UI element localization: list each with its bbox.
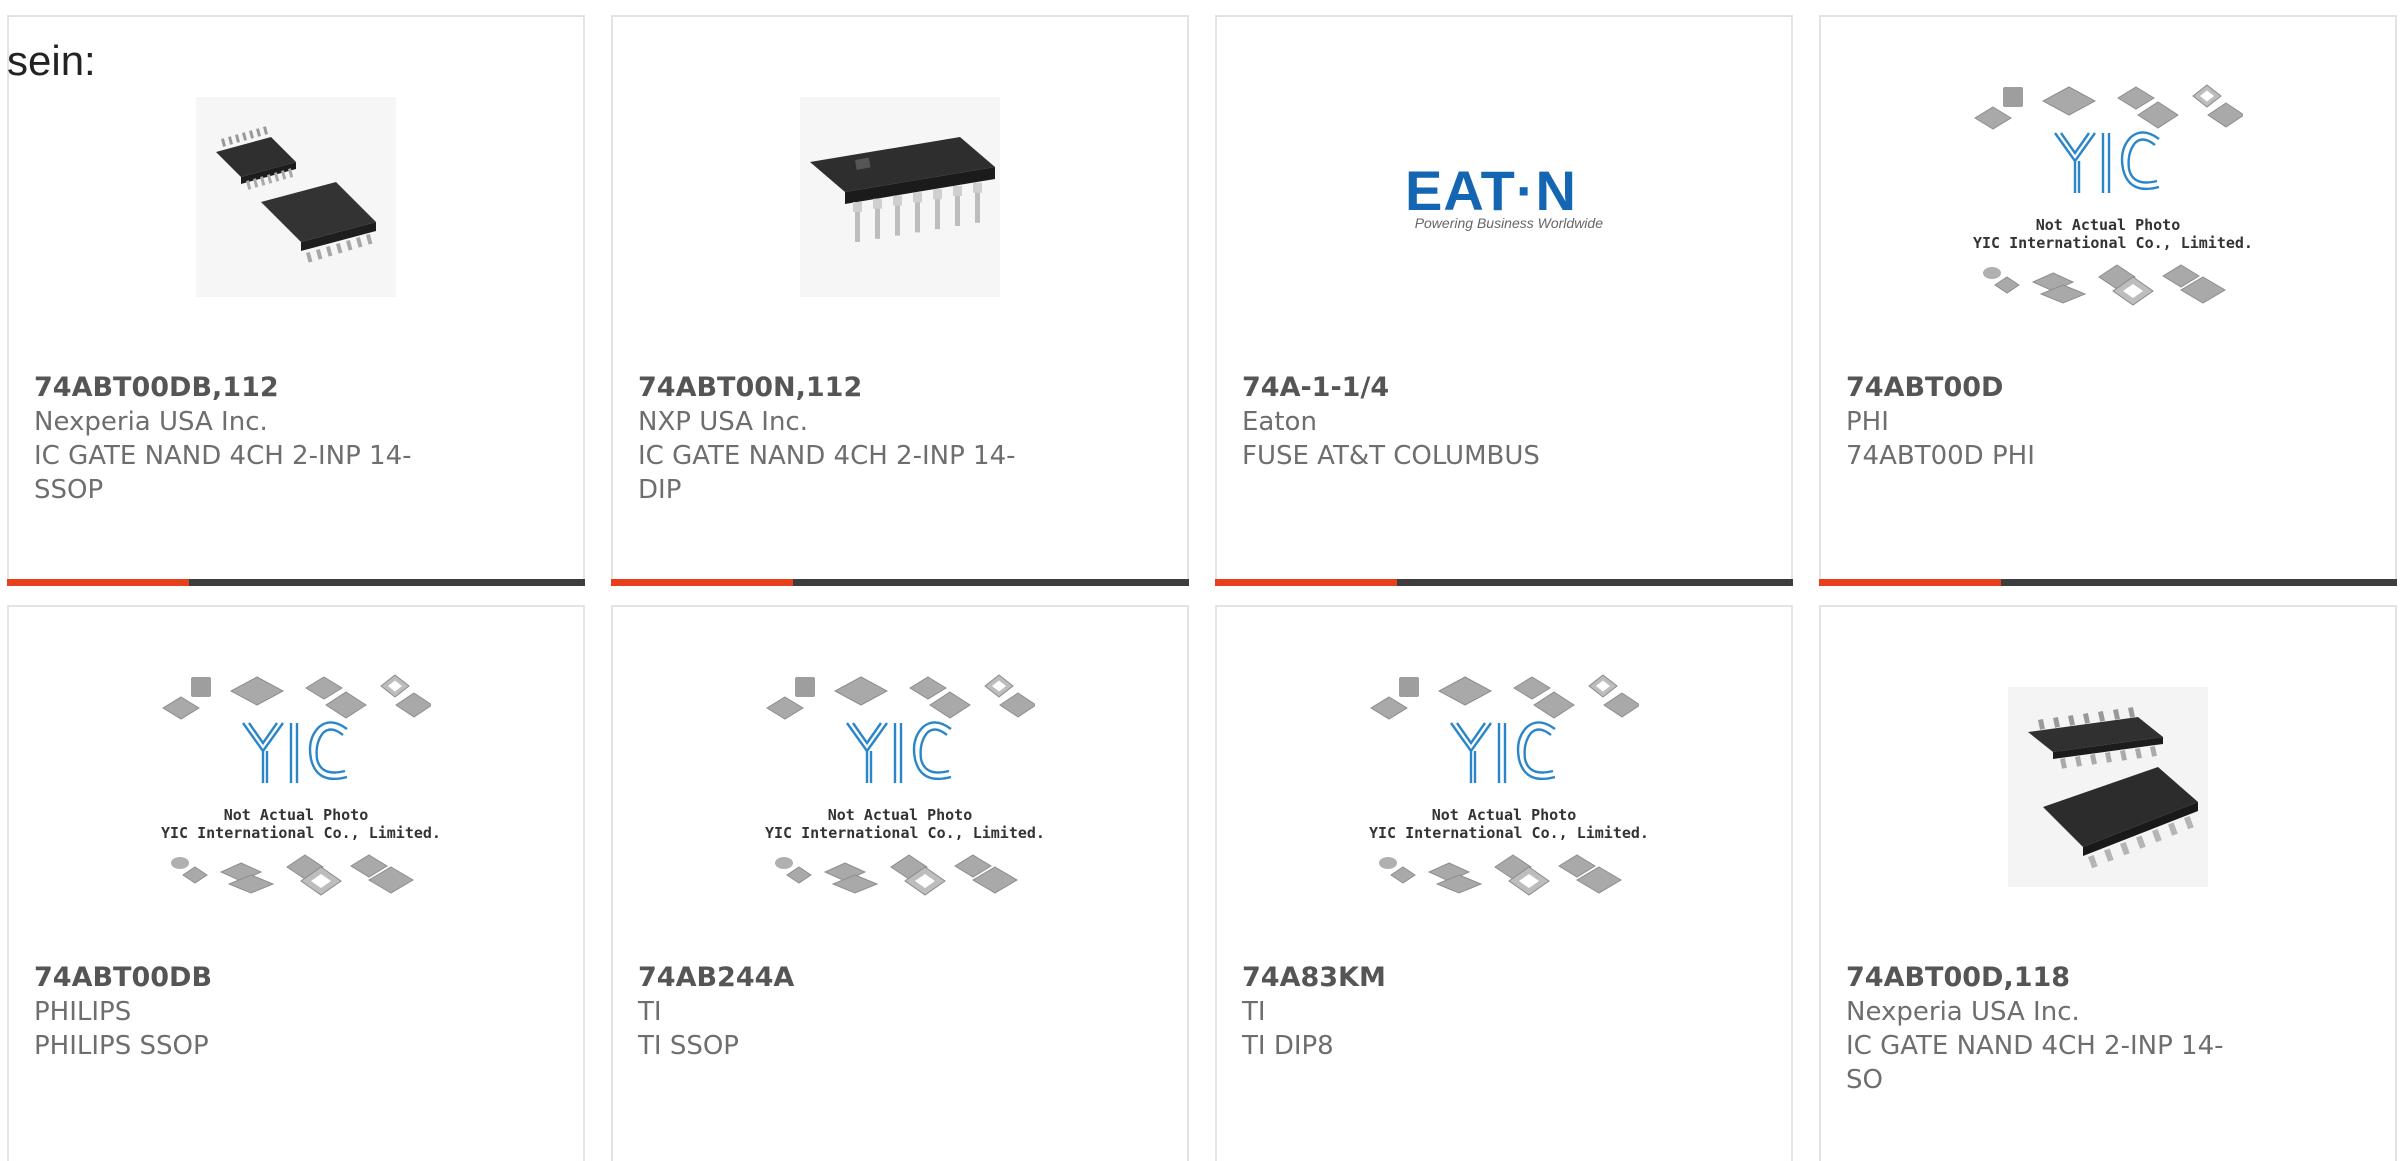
card-accent-bar xyxy=(1215,579,1398,586)
eaton-tagline: Powering Business Worldwide xyxy=(1414,215,1603,231)
placeholder-image[interactable]: Not Actual Photo YIC International Co., L… xyxy=(1821,77,2395,317)
product-info: 74A83KM TI TI DIP8 xyxy=(1242,961,1766,1063)
product-info: 74A-1-1/4 Eaton FUSE AT&T COLUMBUS xyxy=(1242,371,1766,473)
manufacturer: PHI xyxy=(1846,407,1889,437)
product-image[interactable] xyxy=(1821,667,2395,907)
product-info: 74ABT00DB,112 Nexperia USA Inc. IC GATE NA… xyxy=(34,371,558,507)
card-bottom-bar xyxy=(1215,579,1793,586)
part-number-link[interactable]: 74ABT00D,118 xyxy=(1846,961,2370,995)
manufacturer: NXP USA Inc. xyxy=(638,407,808,437)
placeholder-logo-mark: YIC xyxy=(161,907,162,908)
card-accent-bar xyxy=(1819,579,2002,586)
product-card[interactable]: Not Actual Photo YIC International Co., L… xyxy=(7,605,585,1161)
manufacturer: Nexperia USA Inc. xyxy=(34,407,268,437)
product-card[interactable]: 74ABT00N,112 NXP USA Inc. IC GATE NAND 4CH… xyxy=(611,15,1189,586)
product-description: 74ABT00D PHI xyxy=(1846,441,2035,471)
product-info: 74ABT00DB PHILIPS PHILIPS SSOP xyxy=(34,961,558,1063)
intro-text: sein: xyxy=(7,37,96,84)
product-info: 74ABT00D,118 Nexperia USA Inc. IC GATE NAN… xyxy=(1846,961,2370,1097)
product-card[interactable]: EAT·N Powering Business Worldwide 74A-1-1/… xyxy=(1215,15,1793,586)
eaton-brand-text: EAT·N xyxy=(1405,159,1577,222)
placeholder-caption-line2: YIC International Co., Limited. xyxy=(1973,234,2253,252)
product-description: PHILIPS SSOP xyxy=(34,1031,209,1061)
manufacturer: TI xyxy=(638,997,662,1027)
part-number-link[interactable]: 74A-1-1/4 xyxy=(1242,371,1766,405)
part-number-link[interactable]: 74ABT00DB,112 xyxy=(34,371,558,405)
manufacturer: PHILIPS xyxy=(34,997,132,1027)
placeholder-caption-line1: Not Actual Photo xyxy=(223,806,369,824)
placeholder-caption-line2: YIC International Co., Limited. xyxy=(161,824,441,842)
product-image[interactable] xyxy=(613,77,1187,317)
placeholder-caption-line2: YIC International Co., Limited. xyxy=(1369,824,1649,842)
eaton-logo-image[interactable]: EAT·N Powering Business Worldwide xyxy=(1217,77,1791,317)
part-number-link[interactable]: 74ABT00DB xyxy=(34,961,558,995)
product-info: 74AB244A TI TI SSOP xyxy=(638,961,1162,1063)
product-description: FUSE AT&T COLUMBUS xyxy=(1242,441,1540,471)
product-info: 74ABT00N,112 NXP USA Inc. IC GATE NAND 4CH… xyxy=(638,371,1162,507)
card-bottom-bar xyxy=(7,579,585,586)
part-number-link[interactable]: 74ABT00D xyxy=(1846,371,2370,405)
placeholder-logo-mark: YIC xyxy=(1973,317,1974,318)
placeholder-caption-line1: Not Actual Photo xyxy=(1431,806,1577,824)
placeholder-image[interactable]: Not Actual Photo YIC International Co., L… xyxy=(9,667,583,907)
product-description: TI DIP8 xyxy=(1242,1031,1334,1061)
placeholder-caption-line1: Not Actual Photo xyxy=(827,806,973,824)
manufacturer: TI xyxy=(1242,997,1266,1027)
placeholder-logo-mark: YIC xyxy=(1369,907,1370,908)
product-card[interactable]: Not Actual Photo YIC International Co., L… xyxy=(611,605,1189,1161)
card-bottom-bar xyxy=(1819,579,2397,586)
product-card[interactable]: 74ABT00DB,112 Nexperia USA Inc. IC GATE NA… xyxy=(7,15,585,586)
product-info: 74ABT00D PHI 74ABT00D PHI xyxy=(1846,371,2370,473)
placeholder-caption-line1: Not Actual Photo xyxy=(2035,216,2181,234)
product-card[interactable]: Not Actual Photo YIC International Co., L… xyxy=(1819,15,2397,586)
placeholder-image[interactable]: Not Actual Photo YIC International Co., L… xyxy=(613,667,1187,907)
product-card[interactable]: Not Actual Photo YIC International Co., L… xyxy=(1215,605,1793,1161)
placeholder-logo-mark: YIC xyxy=(765,907,766,908)
part-number-link[interactable]: 74ABT00N,112 xyxy=(638,371,1162,405)
manufacturer: Eaton xyxy=(1242,407,1317,437)
part-number-link[interactable]: 74AB244A xyxy=(638,961,1162,995)
product-card[interactable]: 74ABT00D,118 Nexperia USA Inc. IC GATE NAN… xyxy=(1819,605,2397,1161)
product-image[interactable] xyxy=(9,77,583,317)
placeholder-caption-line2: YIC International Co., Limited. xyxy=(765,824,1045,842)
manufacturer: Nexperia USA Inc. xyxy=(1846,997,2080,1027)
product-grid-page: sein: 74ABT00DB,112 Nexperia USA Inc. IC G… xyxy=(0,0,2400,1161)
card-bottom-bar xyxy=(611,579,1189,586)
product-description: IC GATE NAND 4CH 2-INP 14-DIP xyxy=(638,441,1016,505)
product-description: TI SSOP xyxy=(638,1031,739,1061)
product-description: IC GATE NAND 4CH 2-INP 14-SSOP xyxy=(34,441,412,505)
card-accent-bar xyxy=(611,579,794,586)
placeholder-image[interactable]: Not Actual Photo YIC International Co., L… xyxy=(1217,667,1791,907)
part-number-link[interactable]: 74A83KM xyxy=(1242,961,1766,995)
product-description: IC GATE NAND 4CH 2-INP 14-SO xyxy=(1846,1031,2224,1095)
card-accent-bar xyxy=(7,579,190,586)
